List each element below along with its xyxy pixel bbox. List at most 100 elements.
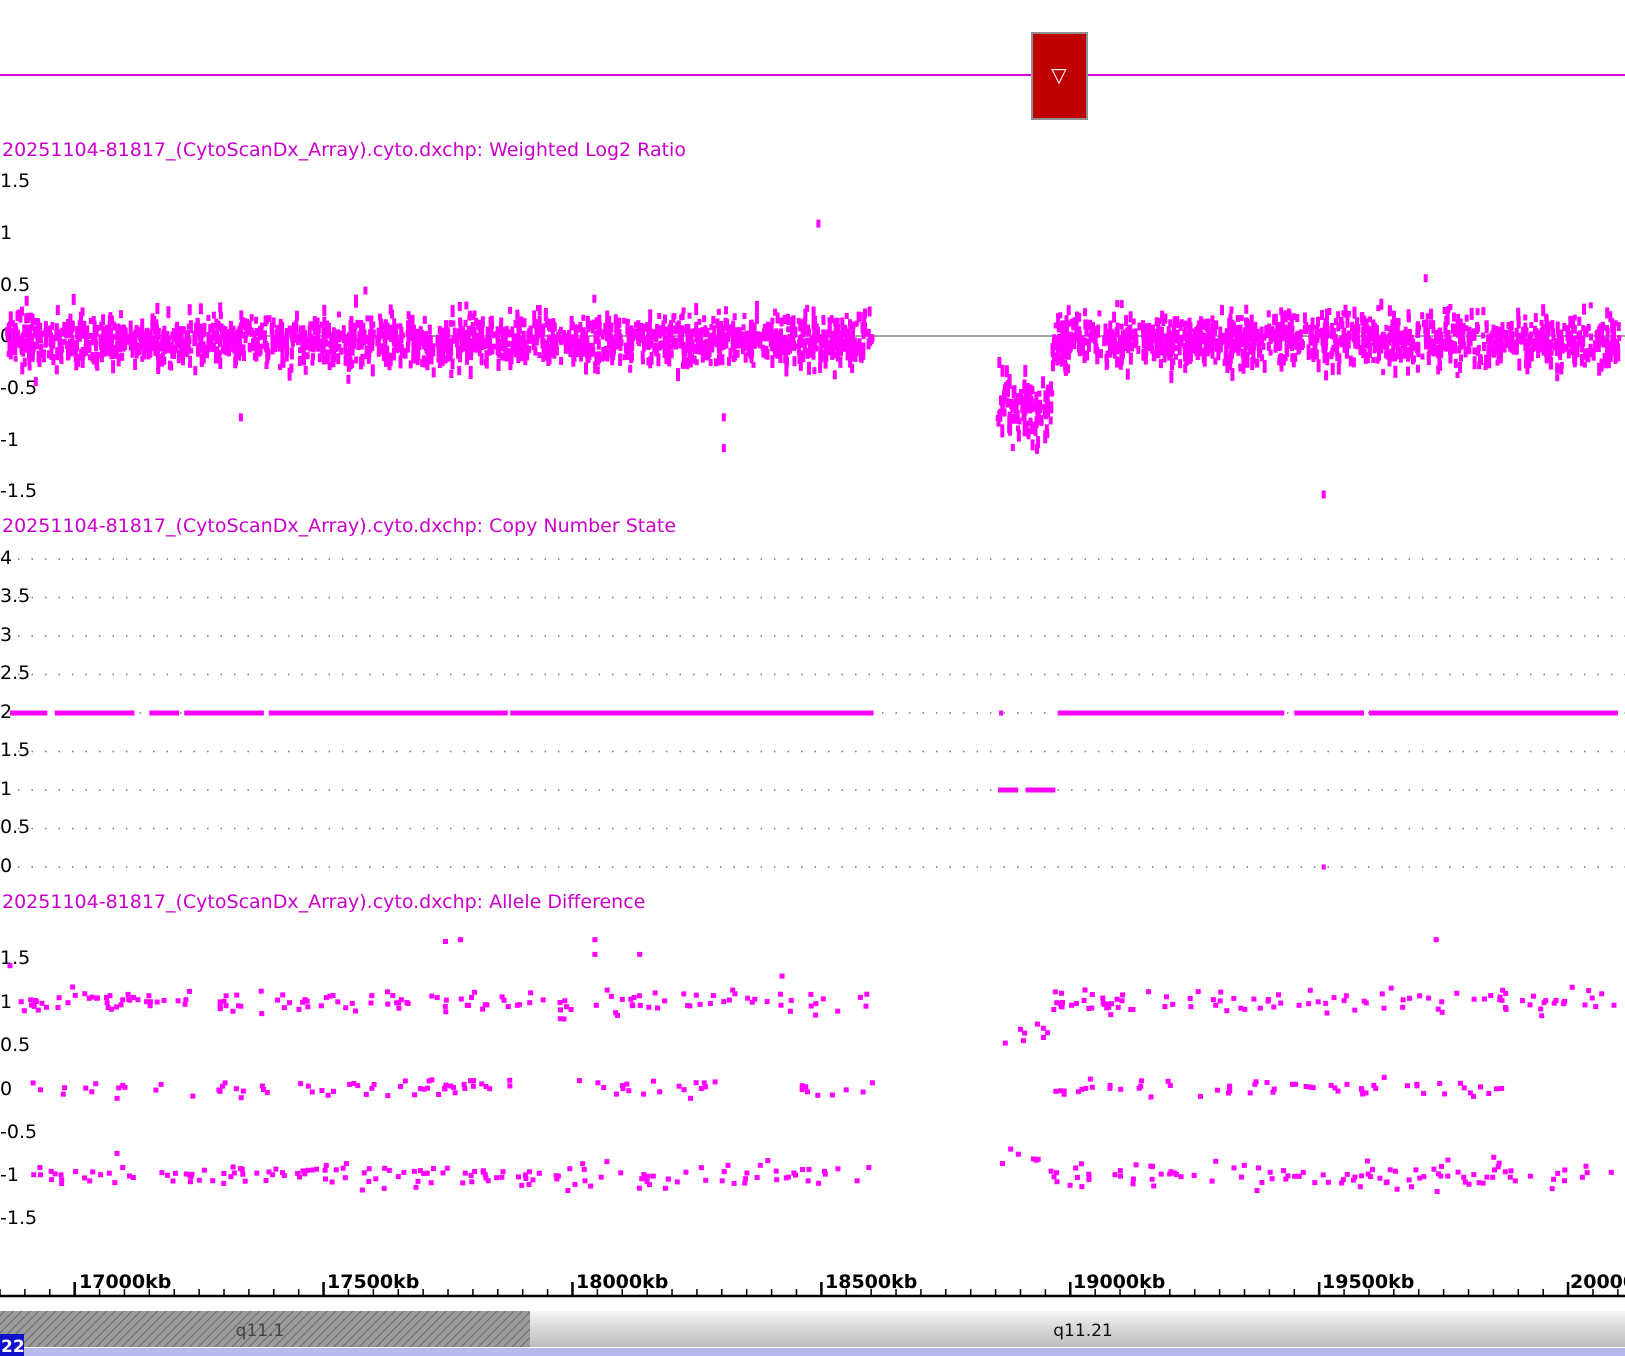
allele-diff-point bbox=[555, 1173, 561, 1179]
log2-point bbox=[263, 315, 268, 327]
y-tick: -0.5 bbox=[0, 1121, 37, 1143]
log2-point bbox=[346, 349, 351, 358]
log2-point bbox=[1472, 356, 1477, 370]
log2-point bbox=[1420, 353, 1425, 360]
log2-point bbox=[1352, 324, 1357, 338]
allele-diff-point bbox=[843, 1087, 849, 1093]
log2-point bbox=[785, 356, 789, 367]
log2-point bbox=[673, 325, 678, 335]
allele-diff-point bbox=[808, 991, 814, 997]
log2-point bbox=[278, 364, 283, 370]
allele-diff-point bbox=[608, 993, 614, 999]
log2-point bbox=[1215, 344, 1219, 352]
log2-point bbox=[247, 343, 252, 353]
allele-diff-point bbox=[1292, 1173, 1298, 1179]
log2-point bbox=[76, 332, 81, 341]
log2-point bbox=[39, 350, 44, 358]
log2-point bbox=[1036, 436, 1041, 449]
log2-point bbox=[1325, 352, 1330, 366]
log2-point bbox=[533, 346, 538, 356]
allele-diff-point bbox=[864, 991, 870, 997]
allele-diff-point bbox=[1466, 1181, 1472, 1187]
log2-point bbox=[1050, 390, 1055, 397]
allele-diff-point bbox=[1437, 1081, 1443, 1086]
log2-point bbox=[1158, 338, 1163, 348]
log2-point bbox=[724, 306, 728, 315]
log2-point bbox=[452, 327, 457, 335]
log2-point bbox=[1168, 319, 1173, 328]
allele-diff-point bbox=[1108, 1012, 1114, 1018]
log2-point bbox=[301, 348, 306, 360]
allele-diff-point bbox=[217, 999, 223, 1005]
allele-diff-point bbox=[1454, 990, 1460, 996]
allele-diff-point bbox=[217, 1003, 223, 1009]
log2-point bbox=[1613, 351, 1618, 358]
allele-diff-point bbox=[773, 1168, 779, 1174]
log2-point bbox=[360, 332, 365, 342]
log2-point bbox=[254, 316, 258, 324]
allele-diff-point bbox=[201, 1167, 207, 1173]
allele-diff-point bbox=[300, 1168, 306, 1174]
allele-diff-point bbox=[787, 1008, 793, 1014]
log2-point bbox=[630, 353, 634, 362]
allele-diff-point bbox=[860, 1089, 866, 1095]
log2-point bbox=[1415, 364, 1420, 373]
log2-point bbox=[337, 335, 342, 343]
log2-point bbox=[1290, 327, 1295, 337]
log2-point bbox=[1533, 313, 1538, 322]
allele-diff-point bbox=[788, 997, 794, 1003]
allele-diff-point bbox=[230, 1164, 236, 1170]
log2-point bbox=[46, 350, 51, 359]
log2-point bbox=[1230, 367, 1235, 381]
allele-y-axis: 1.5 1 0.5 0 -0.5 -1 -1.5 bbox=[0, 947, 37, 1229]
region-marker-button[interactable]: ▽ bbox=[1031, 32, 1088, 120]
log2-point bbox=[348, 338, 353, 350]
log2-point bbox=[1476, 324, 1480, 332]
log2-point bbox=[1246, 325, 1251, 334]
allele-diff-point bbox=[652, 990, 658, 996]
log2-point bbox=[444, 336, 449, 349]
allele-diff-point bbox=[217, 1088, 223, 1094]
log2-point bbox=[7, 341, 12, 349]
allele-diff-point bbox=[765, 1158, 771, 1164]
allele-diff-point bbox=[1224, 1008, 1230, 1014]
log2-point bbox=[811, 306, 816, 318]
allele-diff-point bbox=[221, 1171, 227, 1176]
allele-diff-point bbox=[113, 1004, 119, 1010]
log2-point bbox=[812, 339, 817, 350]
log2-point bbox=[711, 315, 716, 324]
log2-point bbox=[1084, 351, 1089, 360]
log2-point bbox=[150, 336, 155, 349]
allele-diff-point bbox=[118, 1002, 124, 1008]
log2-point bbox=[1218, 326, 1223, 339]
allele-diff-point bbox=[1115, 1004, 1121, 1010]
allele-diff-point bbox=[1490, 1174, 1496, 1180]
log2-point bbox=[760, 344, 765, 351]
log2-point bbox=[1588, 302, 1593, 309]
log2-point bbox=[1438, 327, 1443, 335]
allele-diff-point bbox=[359, 1187, 365, 1193]
log2-point bbox=[387, 360, 392, 371]
log2-point bbox=[534, 338, 539, 346]
log2-point bbox=[1494, 344, 1499, 355]
log2-point bbox=[1442, 307, 1447, 314]
log2-point bbox=[1459, 354, 1463, 362]
log2-point bbox=[60, 327, 65, 336]
log2-point bbox=[1124, 315, 1129, 327]
log2-point bbox=[1583, 326, 1588, 337]
allele-diff-point bbox=[1579, 1174, 1585, 1180]
allele-diff-point bbox=[1445, 1173, 1451, 1179]
cytoband-ideogram[interactable]: q11.1 q11.21 22 bbox=[0, 1311, 1625, 1356]
allele-diff-point bbox=[557, 1000, 563, 1005]
log2-point bbox=[508, 358, 513, 368]
log2-point bbox=[1143, 354, 1148, 365]
log2-point bbox=[415, 328, 420, 340]
allele-diff-point bbox=[1061, 1091, 1067, 1097]
allele-diff-point bbox=[1087, 1076, 1093, 1082]
log2-point bbox=[807, 337, 812, 344]
log2-point bbox=[384, 346, 388, 355]
allele-diff-point bbox=[1307, 1084, 1313, 1090]
allele-diff-point bbox=[829, 1092, 835, 1098]
allele-diff-point bbox=[90, 1169, 96, 1175]
log2-point bbox=[829, 333, 834, 344]
